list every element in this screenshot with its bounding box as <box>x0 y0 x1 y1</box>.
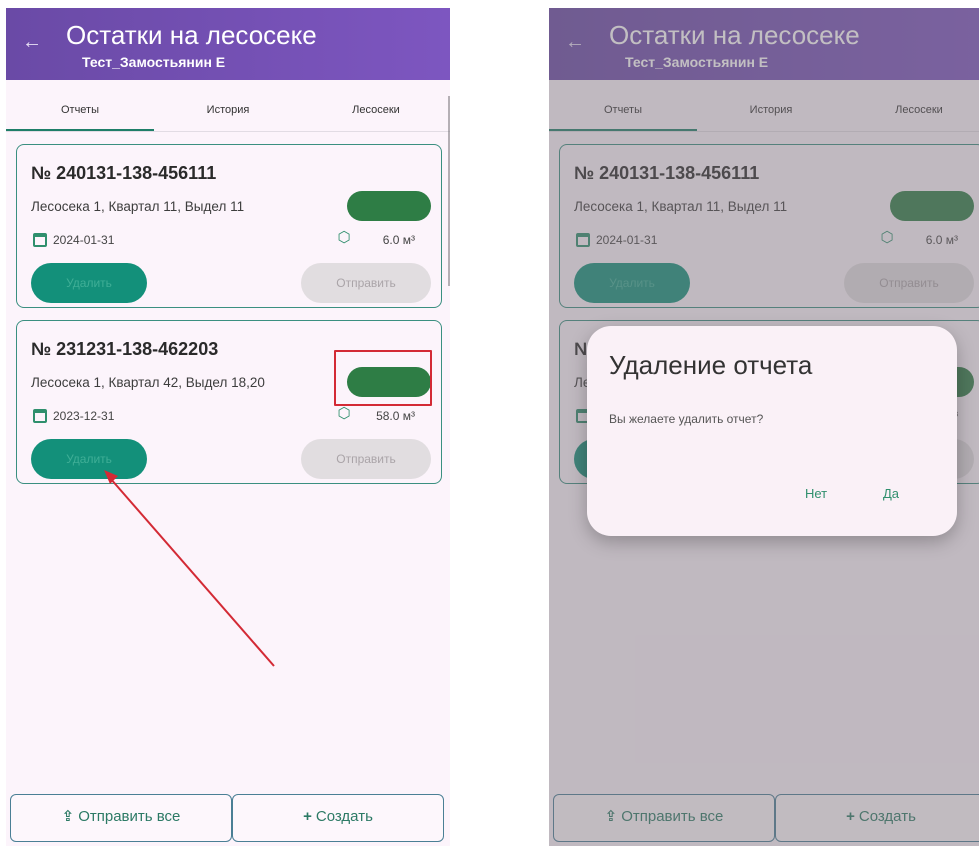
plus-icon: + <box>303 808 312 825</box>
create-button[interactable]: + Создать <box>232 794 444 842</box>
phone-screen-delete-dialog: ← Остатки на лесосеке Тест_Замостьянин Е… <box>549 8 979 846</box>
dialog-yes-button[interactable]: Да <box>883 486 899 501</box>
bottom-action-bar: ⇪ Отправить все + Создать <box>6 788 450 846</box>
delete-confirm-dialog: Удаление отчета Вы желаете удалить отчет… <box>587 326 957 536</box>
send-all-button[interactable]: ⇪ Отправить все <box>10 794 232 842</box>
upload-icon: ⇪ <box>61 808 75 825</box>
dialog-title: Удаление отчета <box>609 350 813 380</box>
phone-screen-reports: ← Остатки на лесосеке Тест_Замостьянин Е… <box>6 8 450 846</box>
dialog-message: Вы желаете удалить отчет? <box>609 412 764 426</box>
annotation-arrow <box>104 470 275 667</box>
create-label: Создать <box>315 808 373 825</box>
send-all-label: Отправить все <box>78 808 181 825</box>
dialog-no-button[interactable]: Нет <box>805 486 827 501</box>
